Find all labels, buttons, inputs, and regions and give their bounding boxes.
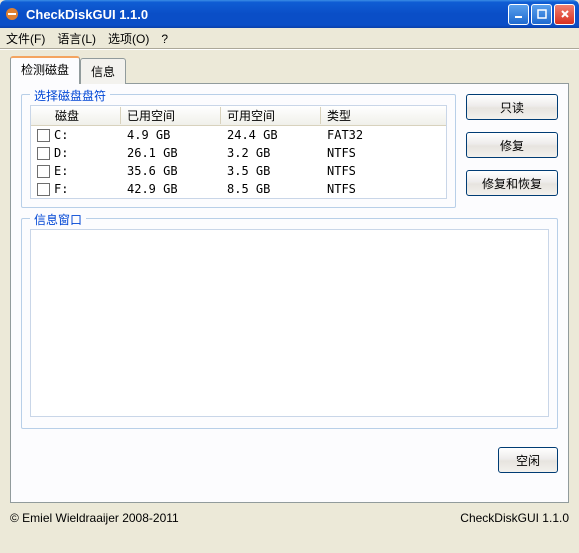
menubar: 文件(F) 语言(L) 选项(O) ? (0, 28, 579, 50)
close-button[interactable] (554, 4, 575, 25)
window-title: CheckDiskGUI 1.1.0 (26, 7, 508, 22)
menu-file[interactable]: 文件(F) (6, 30, 45, 47)
fix-button[interactable]: 修复 (466, 132, 558, 158)
cell-type: NTFS (321, 146, 431, 160)
cell-type: NTFS (321, 182, 431, 196)
info-textarea[interactable] (30, 229, 549, 417)
table-row[interactable]: E: 35.6 GB 3.5 GB NTFS (31, 162, 446, 180)
cell-disk: C: (54, 128, 68, 142)
statusbar: © Emiel Wieldraaijer 2008-2011 CheckDisk… (0, 507, 579, 531)
menu-language[interactable]: 语言(L) (57, 30, 96, 47)
cell-free: 3.2 GB (221, 146, 321, 160)
status-copyright: © Emiel Wieldraaijer 2008-2011 (10, 511, 460, 525)
cell-type: NTFS (321, 164, 431, 178)
col-header-disk[interactable]: 磁盘 (31, 107, 121, 124)
disk-select-group: 选择磁盘盘符 磁盘 已用空间 可用空间 类型 C: 4.9 GB 24.4 GB (21, 94, 456, 208)
client-area: 检测磁盘 信息 选择磁盘盘符 磁盘 已用空间 可用空间 类型 (0, 50, 579, 507)
cell-used: 26.1 GB (121, 146, 221, 160)
tab-info[interactable]: 信息 (80, 58, 126, 84)
status-version: CheckDiskGUI 1.1.0 (460, 511, 569, 525)
col-header-type[interactable]: 类型 (321, 107, 431, 124)
cell-disk: D: (54, 146, 68, 160)
idle-button[interactable]: 空闲 (498, 447, 558, 473)
cell-type: FAT32 (321, 128, 431, 142)
tab-info-label: 信息 (91, 65, 115, 79)
col-header-used[interactable]: 已用空间 (121, 107, 221, 124)
cell-disk: F: (54, 182, 68, 196)
action-buttons: 只读 修复 修复和恢复 (466, 94, 558, 218)
tab-detect-disk[interactable]: 检测磁盘 (10, 56, 80, 84)
checkbox-icon[interactable] (37, 165, 50, 178)
readonly-button[interactable]: 只读 (466, 94, 558, 120)
info-window-legend: 信息窗口 (30, 211, 86, 228)
checkbox-icon[interactable] (37, 129, 50, 142)
cell-used: 42.9 GB (121, 182, 221, 196)
table-row[interactable]: D: 26.1 GB 3.2 GB NTFS (31, 144, 446, 162)
table-row[interactable]: F: 42.9 GB 8.5 GB NTFS (31, 180, 446, 198)
checkbox-icon[interactable] (37, 147, 50, 160)
minimize-button[interactable] (508, 4, 529, 25)
disk-list-body: C: 4.9 GB 24.4 GB FAT32 D: 26.1 GB 3.2 G… (31, 126, 446, 198)
disk-list-header: 磁盘 已用空间 可用空间 类型 (31, 106, 446, 126)
cell-free: 8.5 GB (221, 182, 321, 196)
col-header-free[interactable]: 可用空间 (221, 107, 321, 124)
cell-used: 35.6 GB (121, 164, 221, 178)
cell-disk: E: (54, 164, 68, 178)
disk-list: 磁盘 已用空间 可用空间 类型 C: 4.9 GB 24.4 GB FAT32 (30, 105, 447, 199)
tab-panel-detect: 选择磁盘盘符 磁盘 已用空间 可用空间 类型 C: 4.9 GB 24.4 GB (10, 83, 569, 503)
cell-free: 24.4 GB (221, 128, 321, 142)
cell-used: 4.9 GB (121, 128, 221, 142)
window-titlebar: CheckDiskGUI 1.1.0 (0, 0, 579, 28)
menu-options[interactable]: 选项(O) (108, 30, 149, 47)
bottom-bar: 空闲 (21, 439, 558, 473)
tab-strip: 检测磁盘 信息 (10, 56, 569, 84)
info-window-group: 信息窗口 (21, 218, 558, 429)
checkbox-icon[interactable] (37, 183, 50, 196)
tab-detect-label: 检测磁盘 (21, 63, 69, 77)
disk-select-legend: 选择磁盘盘符 (30, 87, 110, 104)
maximize-button[interactable] (531, 4, 552, 25)
table-row[interactable]: C: 4.9 GB 24.4 GB FAT32 (31, 126, 446, 144)
fix-recover-button[interactable]: 修复和恢复 (466, 170, 558, 196)
menu-help[interactable]: ? (161, 32, 168, 46)
window-controls (508, 4, 575, 25)
cell-free: 3.5 GB (221, 164, 321, 178)
app-icon (4, 6, 20, 22)
